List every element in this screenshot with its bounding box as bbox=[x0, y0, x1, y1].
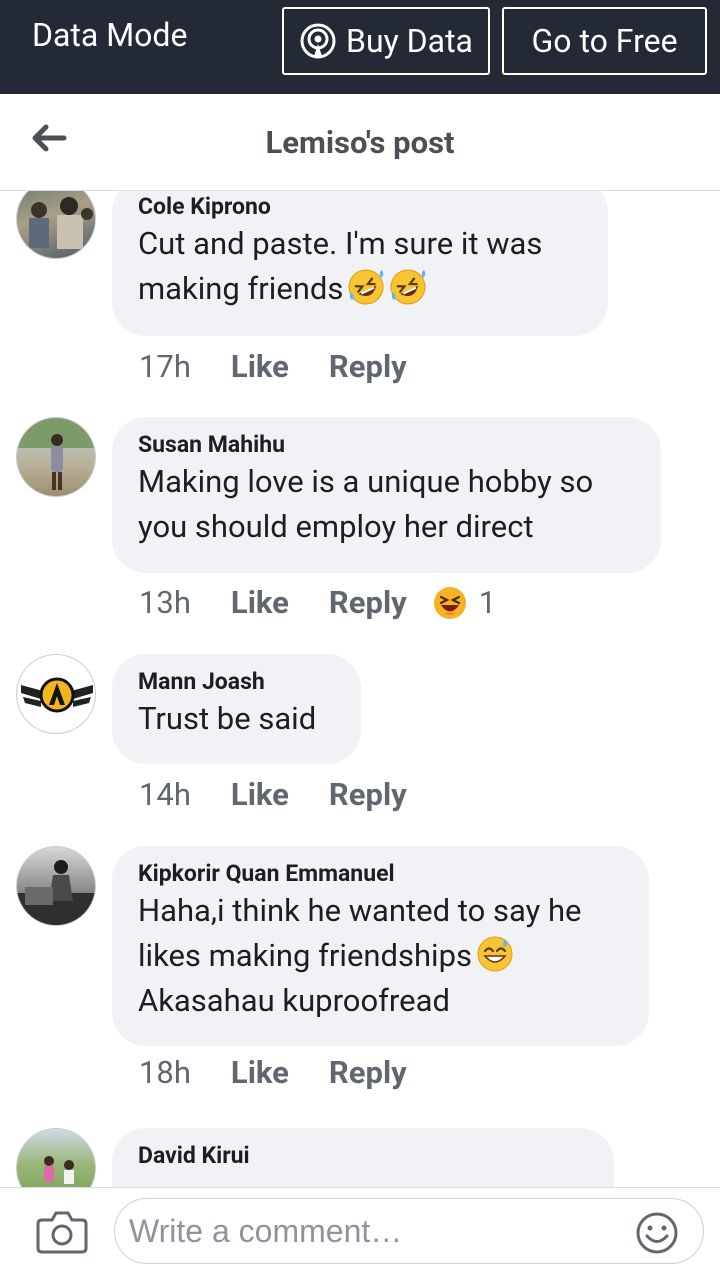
reply-button[interactable]: Reply bbox=[329, 584, 407, 621]
rolling-on-floor-laughing-icon bbox=[348, 269, 384, 305]
comment-author[interactable]: Cole Kiprono bbox=[138, 193, 582, 221]
comment-bubble[interactable]: David Kirui bbox=[112, 1128, 614, 1187]
avatar-logo bbox=[21, 677, 93, 713]
camera-icon[interactable] bbox=[36, 1210, 88, 1254]
avatar[interactable] bbox=[16, 1128, 96, 1187]
comment-text-line: you should employ her direct bbox=[138, 508, 534, 545]
data-mode-label: Data Mode bbox=[32, 16, 188, 54]
reaction-count: 1 bbox=[478, 584, 497, 621]
reply-button[interactable]: Reply bbox=[329, 348, 407, 385]
page-title: Lemiso's post bbox=[265, 124, 455, 161]
avatar[interactable] bbox=[16, 191, 96, 259]
comment-author[interactable]: David Kirui bbox=[138, 1142, 588, 1170]
go-to-free-button[interactable]: Go to Free bbox=[502, 7, 707, 75]
comment-text-line: Cut and paste. I'm sure it was bbox=[138, 225, 543, 262]
comment-author[interactable]: Kipkorir Quan Emmanuel bbox=[138, 860, 623, 888]
comment-timestamp: 18h bbox=[139, 1054, 191, 1091]
comment-composer bbox=[0, 1187, 720, 1273]
comment-input[interactable] bbox=[129, 1199, 619, 1263]
comment-timestamp: 17h bbox=[139, 348, 191, 385]
buy-data-label: Buy Data bbox=[346, 22, 473, 60]
comment-text-line: Making love is a unique hobby so bbox=[138, 463, 594, 500]
comment-text-line: making friends bbox=[138, 266, 582, 311]
avatar-photo bbox=[17, 418, 95, 490]
comment-bubble[interactable]: Susan Mahihu Making love is a unique hob… bbox=[112, 417, 661, 573]
comment-actions: 18h Like Reply bbox=[139, 1054, 407, 1091]
comment-input-box[interactable] bbox=[114, 1198, 704, 1264]
post-header: Lemiso's post bbox=[0, 94, 720, 191]
comment-timestamp: 13h bbox=[139, 584, 191, 621]
comment-bubble[interactable]: Cole Kiprono Cut and paste. I'm sure it … bbox=[112, 191, 608, 336]
avatar-photo bbox=[17, 860, 95, 925]
emoji-picker-icon[interactable] bbox=[635, 1211, 679, 1255]
reply-button[interactable]: Reply bbox=[329, 1054, 407, 1091]
avatar-photo bbox=[44, 1156, 74, 1184]
rolling-on-floor-laughing-icon bbox=[390, 269, 426, 305]
like-button[interactable]: Like bbox=[231, 1054, 289, 1091]
avatar[interactable] bbox=[16, 654, 96, 734]
go-to-free-label: Go to Free bbox=[531, 22, 678, 60]
broadcast-icon bbox=[300, 23, 336, 59]
comment-bubble[interactable]: Kipkorir Quan Emmanuel Haha,i think he w… bbox=[112, 846, 649, 1046]
comment-actions: 17h Like Reply bbox=[139, 348, 407, 385]
avatar[interactable] bbox=[16, 846, 96, 926]
data-mode-bar: Data Mode Buy Data Go to Free bbox=[0, 0, 720, 94]
grinning-sweat-icon bbox=[477, 936, 513, 972]
avatar[interactable] bbox=[16, 417, 96, 497]
comment-text-line: Trust be said bbox=[138, 700, 317, 737]
comment-text-line: Akasahau kuproofread bbox=[138, 982, 450, 1019]
comment-actions: 14h Like Reply bbox=[139, 776, 407, 813]
comment-actions: 13h Like Reply 1 bbox=[139, 584, 496, 621]
haha-reaction-icon bbox=[433, 586, 466, 619]
avatar-photo bbox=[29, 197, 93, 249]
comment-author[interactable]: Susan Mahihu bbox=[138, 431, 635, 459]
comment-text-line: Haha,i think he wanted to say he bbox=[138, 892, 582, 929]
buy-data-button[interactable]: Buy Data bbox=[282, 7, 490, 75]
comment-list: Cole Kiprono Cut and paste. I'm sure it … bbox=[0, 191, 720, 1187]
reply-button[interactable]: Reply bbox=[329, 776, 407, 813]
reaction-summary[interactable]: 1 bbox=[429, 584, 496, 621]
comment-author[interactable]: Mann Joash bbox=[138, 668, 335, 696]
comment-text-line: likes making friendships bbox=[138, 933, 623, 978]
like-button[interactable]: Like bbox=[231, 584, 289, 621]
like-button[interactable]: Like bbox=[231, 776, 289, 813]
comment-timestamp: 14h bbox=[139, 776, 191, 813]
comment-bubble[interactable]: Mann Joash Trust be said bbox=[112, 654, 361, 764]
like-button[interactable]: Like bbox=[231, 348, 289, 385]
